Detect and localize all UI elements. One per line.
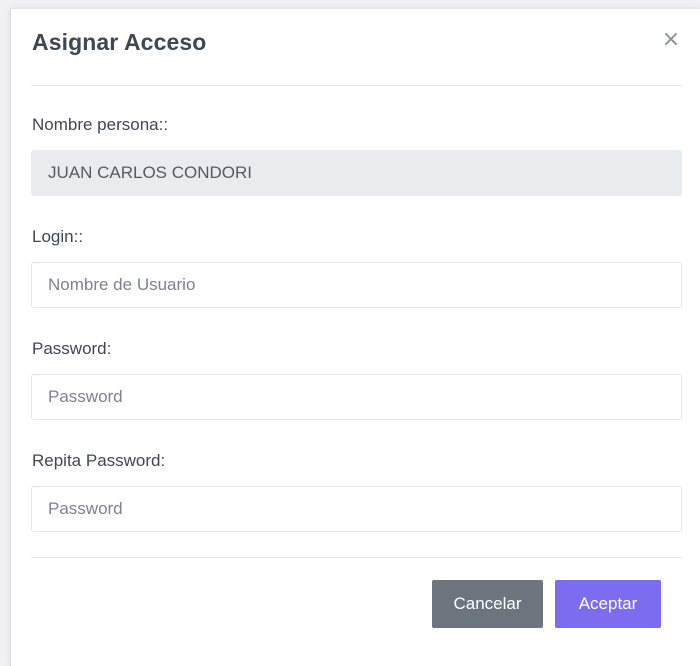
repeat-password-input[interactable]: [31, 486, 682, 532]
password-input[interactable]: [31, 374, 682, 420]
accept-button[interactable]: Aceptar: [555, 580, 661, 628]
cancel-button[interactable]: Cancelar: [432, 580, 543, 628]
login-input[interactable]: [31, 262, 682, 308]
close-icon[interactable]: ×: [660, 29, 682, 51]
header-divider: [31, 85, 682, 86]
modal-title: Asignar Acceso: [32, 29, 207, 55]
repeat-password-label: Repita Password:: [32, 451, 166, 470]
nombre-persona-field[interactable]: [31, 150, 682, 196]
modal-header: Asignar Acceso ×: [11, 9, 700, 85]
password-label: Password:: [32, 339, 112, 358]
footer-divider: [31, 557, 682, 558]
nombre-persona-label: Nombre persona::: [32, 115, 169, 134]
login-label: Login::: [32, 227, 84, 246]
assign-access-modal: Asignar Acceso × Nombre persona:: Login:…: [10, 8, 700, 666]
